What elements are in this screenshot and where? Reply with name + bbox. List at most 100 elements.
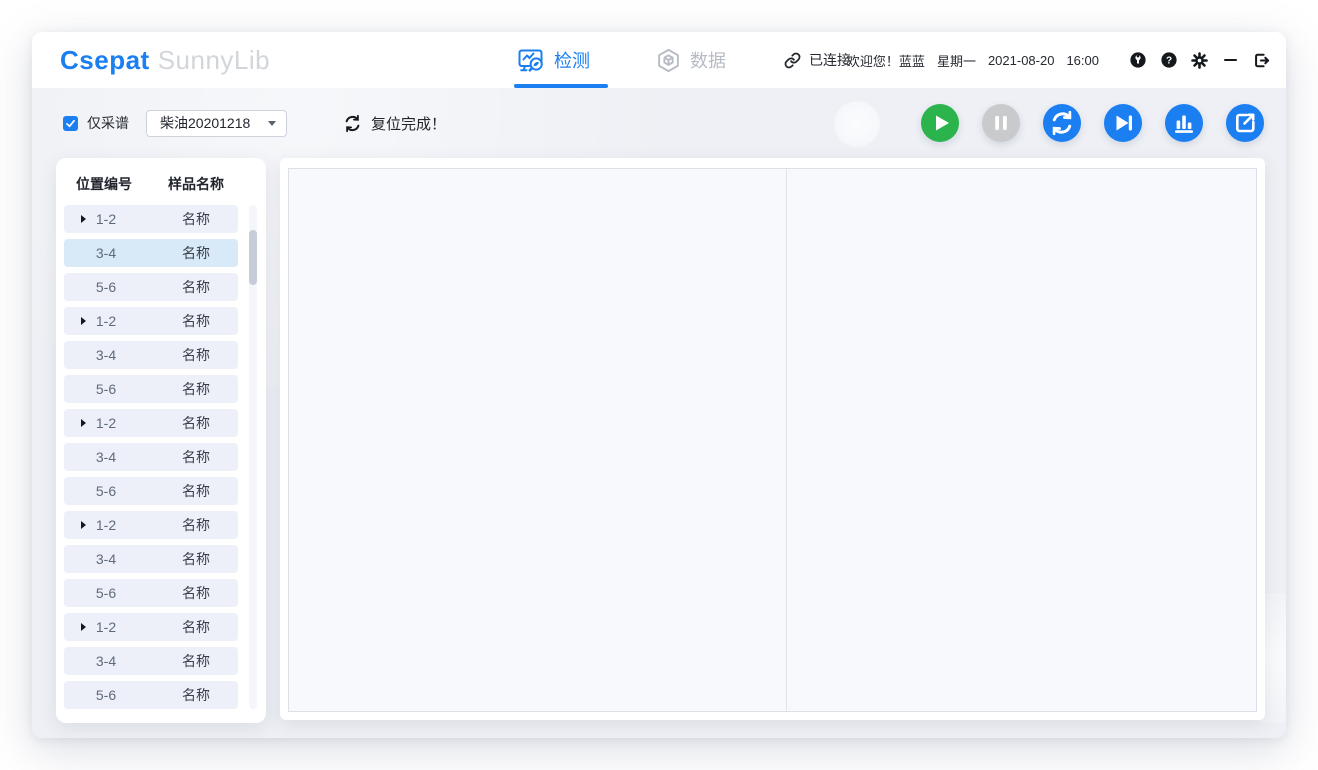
pause-icon	[982, 104, 1020, 142]
svg-text:?: ?	[1165, 55, 1171, 66]
skip-next-button[interactable]	[1104, 104, 1142, 142]
app-body: 仅采谱 柴油20201218 复位完成！	[32, 88, 1286, 738]
user-area: 欢迎您！蓝蓝 星期一 2021-08-20 16:00	[847, 32, 1270, 88]
bar-chart-icon	[1165, 104, 1203, 142]
method-select-value: 柴油20201218	[160, 113, 268, 133]
monitor-wave-magnifier-icon	[518, 48, 545, 73]
name-cell: 名称	[168, 613, 224, 641]
pause-button[interactable]	[982, 104, 1020, 142]
position-cell: 5-6	[86, 681, 126, 709]
minimize-icon[interactable]	[1222, 52, 1239, 69]
list-item[interactable]: 5-6 名称	[64, 681, 238, 709]
position-cell: 5-6	[86, 273, 126, 301]
weekday-text: 星期一	[937, 51, 976, 70]
reset-status: 复位完成！	[343, 113, 446, 134]
list-header: 位置编号 样品名称	[56, 174, 266, 194]
wrench-circle-icon[interactable]	[1129, 52, 1146, 69]
list-item[interactable]: 5-6 名称	[64, 375, 238, 403]
position-cell: 1-2	[86, 613, 126, 641]
list-item[interactable]: 1-2 名称	[64, 613, 238, 641]
name-cell: 名称	[168, 443, 224, 471]
position-cell: 3-4	[86, 443, 126, 471]
list-item[interactable]: 3-4 名称	[64, 239, 238, 267]
list-item[interactable]: 1-2 名称	[64, 511, 238, 539]
app-logo: Csepat SunnyLib	[60, 32, 270, 88]
position-cell: 1-2	[86, 205, 126, 233]
tab-detection[interactable]: 检测	[514, 32, 594, 88]
name-cell: 名称	[168, 205, 224, 233]
list-item[interactable]: 5-6 名称	[64, 477, 238, 505]
position-cell: 5-6	[86, 477, 126, 505]
name-cell: 名称	[168, 477, 224, 505]
chevron-down-icon	[268, 121, 276, 126]
reset-sync-button[interactable]	[1043, 104, 1081, 142]
position-cell: 1-2	[86, 307, 126, 335]
column-header-name: 样品名称	[168, 174, 224, 194]
export-button[interactable]	[1226, 104, 1264, 142]
spectrum-only-checkbox[interactable]: 仅采谱	[63, 113, 129, 133]
list-item[interactable]: 3-4 名称	[64, 545, 238, 573]
checkbox-checked-icon	[63, 116, 78, 131]
app-header: Csepat SunnyLib 检测	[32, 32, 1286, 88]
position-cell: 3-4	[86, 341, 126, 369]
name-cell: 名称	[168, 239, 224, 267]
bar-chart-button[interactable]	[1165, 104, 1203, 142]
position-cell: 3-4	[86, 545, 126, 573]
refresh-icon	[343, 114, 362, 133]
list-item[interactable]: 5-6 名称	[64, 579, 238, 607]
logo-primary: Csepat	[60, 45, 150, 76]
start-button[interactable]	[921, 104, 959, 142]
hexagon-cube-icon	[656, 48, 681, 73]
list-item[interactable]: 5-6 名称	[64, 273, 238, 301]
chart-panel-left	[289, 169, 787, 711]
toolbar: 仅采谱 柴油20201218 复位完成！	[32, 88, 1286, 158]
sample-list: 1-2 名称 3-4 名称 5-6 名称 1-2 名称 3-4 名称 5-6 名…	[64, 205, 238, 715]
position-cell: 1-2	[86, 511, 126, 539]
name-cell: 名称	[168, 409, 224, 437]
name-cell: 名称	[168, 341, 224, 369]
connection-status: 已连接	[784, 32, 851, 88]
chart-panel-right	[787, 169, 1256, 711]
position-cell: 1-2	[86, 409, 126, 437]
column-header-position: 位置编号	[76, 174, 132, 194]
list-item[interactable]: 3-4 名称	[64, 647, 238, 675]
list-item[interactable]: 1-2 名称	[64, 409, 238, 437]
list-item[interactable]: 3-4 名称	[64, 341, 238, 369]
export-icon	[1226, 104, 1264, 142]
sample-list-panel: 位置编号 样品名称 1-2 名称 3-4 名称 5-6 名称 1-2 名称 3-…	[56, 158, 266, 723]
list-item[interactable]: 1-2 名称	[64, 205, 238, 233]
position-cell: 3-4	[86, 239, 126, 267]
settings-gear-icon[interactable]	[1191, 52, 1208, 69]
name-cell: 名称	[168, 647, 224, 675]
name-cell: 名称	[168, 273, 224, 301]
connection-status-label: 已连接	[809, 50, 851, 70]
name-cell: 名称	[168, 511, 224, 539]
sync-icon	[1043, 104, 1081, 142]
name-cell: 名称	[168, 375, 224, 403]
time-text: 16:00	[1066, 53, 1099, 68]
list-item[interactable]: 1-2 名称	[64, 307, 238, 335]
date-text: 2021-08-20	[988, 53, 1055, 68]
list-item[interactable]: 3-4 名称	[64, 443, 238, 471]
logo-secondary: SunnyLib	[158, 45, 270, 76]
tab-detection-label: 检测	[554, 47, 590, 73]
position-cell: 3-4	[86, 647, 126, 675]
scrollbar-thumb[interactable]	[249, 230, 257, 285]
welcome-text: 欢迎您！蓝蓝	[847, 51, 925, 70]
method-select[interactable]: 柴油20201218	[146, 110, 287, 137]
play-icon	[936, 116, 949, 131]
tab-data[interactable]: 数据	[652, 32, 730, 88]
name-cell: 名称	[168, 545, 224, 573]
name-cell: 名称	[168, 307, 224, 335]
position-cell: 5-6	[86, 579, 126, 607]
help-circle-icon[interactable]: ?	[1160, 52, 1177, 69]
logout-icon[interactable]	[1253, 52, 1270, 69]
name-cell: 名称	[168, 579, 224, 607]
skip-next-icon	[1104, 104, 1142, 142]
reset-status-text: 复位完成！	[371, 113, 446, 134]
tab-data-label: 数据	[690, 47, 726, 73]
name-cell: 名称	[168, 681, 224, 709]
checkbox-label: 仅采谱	[87, 113, 129, 133]
position-cell: 5-6	[86, 375, 126, 403]
action-buttons	[921, 104, 1264, 142]
